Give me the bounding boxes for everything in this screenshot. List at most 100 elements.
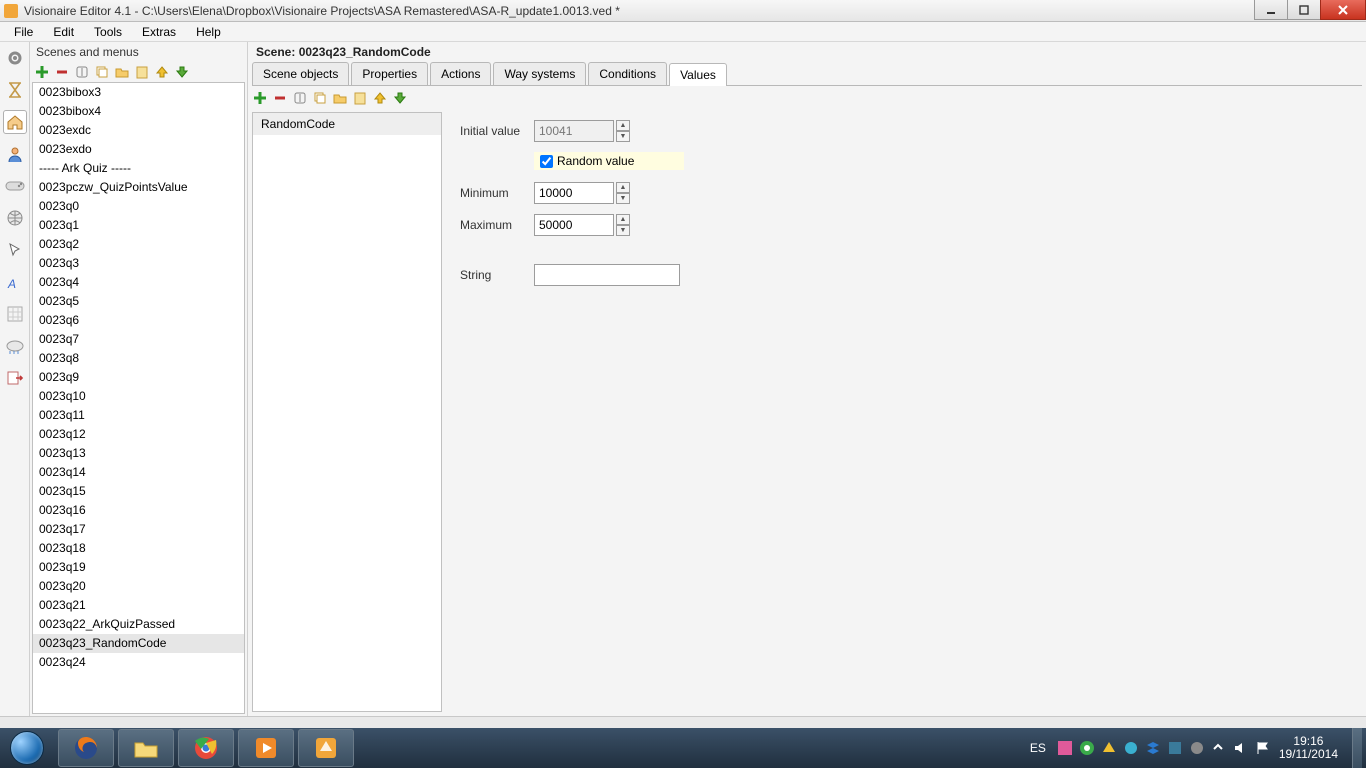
minimize-button[interactable] (1254, 0, 1288, 20)
export-icon[interactable] (3, 366, 27, 390)
scene-item[interactable]: 0023q8 (33, 349, 244, 368)
minimum-input[interactable] (534, 182, 614, 204)
tray-sync-icon[interactable] (1123, 740, 1139, 756)
tab-actions[interactable]: Actions (430, 62, 491, 85)
cloud-icon[interactable] (3, 334, 27, 358)
scene-item[interactable]: 0023q4 (33, 273, 244, 292)
task-explorer[interactable] (118, 729, 174, 767)
string-input[interactable] (534, 264, 680, 286)
tray-dropbox-icon[interactable] (1145, 740, 1161, 756)
remove-icon[interactable] (272, 90, 288, 106)
folder-icon[interactable] (114, 64, 130, 80)
scene-item[interactable]: 0023q10 (33, 387, 244, 406)
home-icon[interactable] (3, 110, 27, 134)
tab-conditions[interactable]: Conditions (588, 62, 667, 85)
scene-item[interactable]: 0023q5 (33, 292, 244, 311)
task-mediaplayer[interactable] (238, 729, 294, 767)
scene-item[interactable]: 0023q12 (33, 425, 244, 444)
minimum-spinner[interactable]: ▲▼ (616, 182, 630, 204)
scene-item[interactable]: 0023q13 (33, 444, 244, 463)
tray-volume-icon[interactable] (1233, 740, 1249, 756)
folder-icon[interactable] (332, 90, 348, 106)
tray-icon-7[interactable] (1189, 740, 1205, 756)
scene-item[interactable]: 0023q7 (33, 330, 244, 349)
grid-icon[interactable] (3, 302, 27, 326)
scene-item[interactable]: 0023q18 (33, 539, 244, 558)
tray-drive-icon[interactable] (1101, 740, 1117, 756)
random-value-checkbox[interactable] (540, 155, 553, 168)
tab-properties[interactable]: Properties (351, 62, 428, 85)
initial-value-spinner[interactable]: ▲▼ (616, 120, 630, 142)
scene-item[interactable]: 0023q15 (33, 482, 244, 501)
person-icon[interactable] (3, 142, 27, 166)
scene-item[interactable]: 0023q19 (33, 558, 244, 577)
paste-icon[interactable] (134, 64, 150, 80)
task-visionaire[interactable] (298, 729, 354, 767)
tab-way-systems[interactable]: Way systems (493, 62, 586, 85)
hourglass-icon[interactable] (3, 78, 27, 102)
tray-chevron-up-icon[interactable] (1211, 740, 1227, 756)
maximize-button[interactable] (1287, 0, 1321, 20)
value-item[interactable]: RandomCode (253, 113, 441, 135)
scene-item[interactable]: 0023exdo (33, 140, 244, 159)
start-button[interactable] (0, 728, 54, 768)
tray-icon-1[interactable] (1057, 740, 1073, 756)
maximum-spinner[interactable]: ▲▼ (616, 214, 630, 236)
rename-icon[interactable] (292, 90, 308, 106)
scene-item[interactable]: ----- Ark Quiz ----- (33, 159, 244, 178)
scene-item[interactable]: 0023q3 (33, 254, 244, 273)
scene-item[interactable]: 0023q16 (33, 501, 244, 520)
maximum-input[interactable] (534, 214, 614, 236)
remove-icon[interactable] (54, 64, 70, 80)
task-chrome[interactable] (178, 729, 234, 767)
add-icon[interactable] (252, 90, 268, 106)
tray-chrome-icon[interactable] (1079, 740, 1095, 756)
cursor-icon[interactable] (3, 238, 27, 262)
value-list[interactable]: RandomCode (252, 112, 442, 712)
add-icon[interactable] (34, 64, 50, 80)
tab-scene-objects[interactable]: Scene objects (252, 62, 349, 85)
scene-item[interactable]: 0023q1 (33, 216, 244, 235)
scene-item[interactable]: 0023q20 (33, 577, 244, 596)
gear-icon[interactable] (3, 46, 27, 70)
globe-icon[interactable] (3, 206, 27, 230)
language-indicator[interactable]: ES (1027, 741, 1049, 755)
scene-item[interactable]: 0023q14 (33, 463, 244, 482)
scene-item[interactable]: 0023bibox4 (33, 102, 244, 121)
scene-item[interactable]: 0023q6 (33, 311, 244, 330)
scene-item[interactable]: 0023exdc (33, 121, 244, 140)
paste-icon[interactable] (352, 90, 368, 106)
down-icon[interactable] (174, 64, 190, 80)
scene-item[interactable]: 0023q21 (33, 596, 244, 615)
menu-tools[interactable]: Tools (84, 23, 132, 41)
task-firefox[interactable] (58, 729, 114, 767)
show-desktop-button[interactable] (1352, 728, 1362, 768)
rename-icon[interactable] (74, 64, 90, 80)
scene-item[interactable]: 0023q11 (33, 406, 244, 425)
random-value-label[interactable]: Random value (557, 154, 634, 168)
scene-item[interactable]: 0023q9 (33, 368, 244, 387)
scene-item[interactable]: 0023q0 (33, 197, 244, 216)
font-icon[interactable]: A (3, 270, 27, 294)
scene-item[interactable]: 0023bibox3 (33, 83, 244, 102)
scene-item[interactable]: 0023q17 (33, 520, 244, 539)
tray-flag-icon[interactable] (1255, 740, 1271, 756)
tab-values[interactable]: Values (669, 63, 727, 86)
close-button[interactable] (1320, 0, 1366, 20)
scene-list[interactable]: 0023bibox30023bibox40023exdc0023exdo----… (32, 82, 245, 714)
menu-edit[interactable]: Edit (43, 23, 84, 41)
copy-icon[interactable] (94, 64, 110, 80)
up-icon[interactable] (154, 64, 170, 80)
copy-icon[interactable] (312, 90, 328, 106)
menu-file[interactable]: File (4, 23, 43, 41)
gamepad-icon[interactable] (3, 174, 27, 198)
scene-item[interactable]: 0023q23_RandomCode (33, 634, 244, 653)
menu-extras[interactable]: Extras (132, 23, 186, 41)
scene-item[interactable]: 0023q2 (33, 235, 244, 254)
menu-help[interactable]: Help (186, 23, 231, 41)
tray-icon-6[interactable] (1167, 740, 1183, 756)
clock[interactable]: 19:16 19/11/2014 (1279, 735, 1344, 761)
scene-item[interactable]: 0023q22_ArkQuizPassed (33, 615, 244, 634)
up-icon[interactable] (372, 90, 388, 106)
scene-item[interactable]: 0023q24 (33, 653, 244, 672)
